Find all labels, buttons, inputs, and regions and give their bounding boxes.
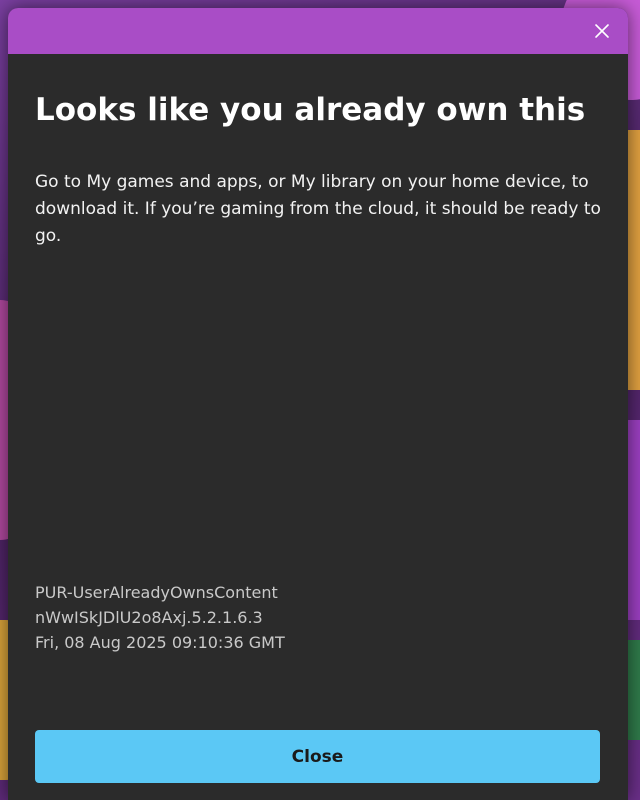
error-timestamp: Fri, 08 Aug 2025 09:10:36 GMT	[35, 633, 285, 652]
close-button[interactable]: Close	[35, 730, 600, 783]
error-code: PUR-UserAlreadyOwnsContent	[35, 583, 278, 602]
dialog-title: Looks like you already own this	[35, 92, 586, 128]
correlation-id: nWwISkJDlU2o8Axj.5.2.1.6.3	[35, 608, 263, 627]
close-icon[interactable]	[590, 19, 614, 43]
dialog-message: Go to My games and apps, or My library o…	[35, 172, 601, 246]
already-own-dialog: Looks like you already own this Go to My…	[8, 8, 628, 800]
dialog-body: Looks like you already own this Go to My…	[8, 90, 628, 250]
diagnostic-info: PUR-UserAlreadyOwnsContent nWwISkJDlU2o8…	[35, 580, 285, 655]
dialog-title-bar	[8, 8, 628, 54]
